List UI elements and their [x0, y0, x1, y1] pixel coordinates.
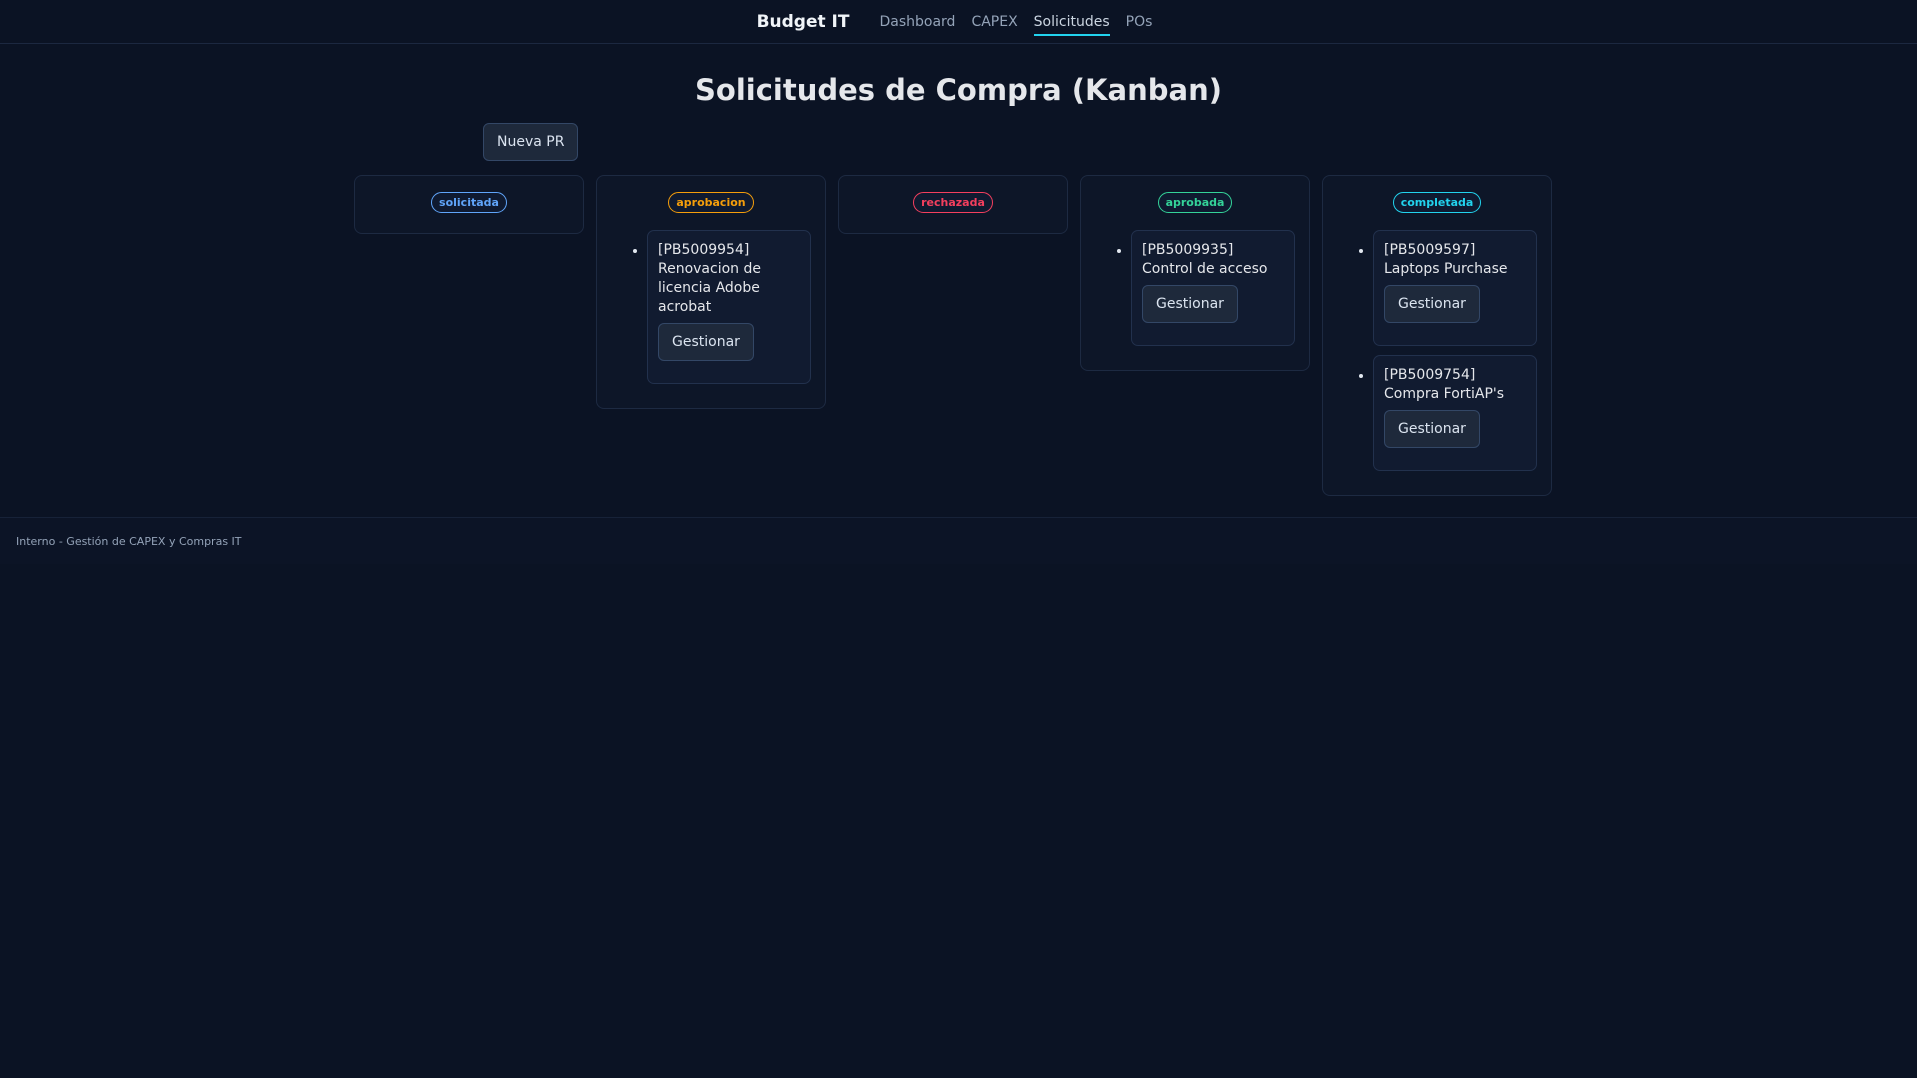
nav-dashboard[interactable]: Dashboard: [879, 8, 955, 36]
column-header: aprobacion: [597, 191, 825, 218]
status-badge: aprobacion: [668, 192, 754, 213]
pr-code: [PB5009597]: [1384, 242, 1476, 258]
pr-title: Renovacion de licencia Adobe acrobat: [658, 261, 761, 315]
status-badge: completada: [1392, 192, 1482, 213]
list-item: [PB5009754] Compra FortiAP's Gestionar: [1373, 355, 1537, 471]
kanban-board: solicitada aprobacion [PB5009954] Renovacio…: [354, 175, 1552, 496]
list-item: [PB5009597] Laptops Purchase Gestionar: [1373, 230, 1537, 346]
gestionar-button[interactable]: Gestionar: [1384, 285, 1480, 323]
brand-logo[interactable]: Budget IT: [757, 12, 850, 32]
pr-card: [PB5009597] Laptops Purchase Gestionar: [1373, 230, 1537, 346]
nav-solicitudes[interactable]: Solicitudes: [1033, 8, 1110, 36]
nav-capex[interactable]: CAPEX: [971, 8, 1017, 36]
page-title: Solicitudes de Compra (Kanban): [695, 73, 1222, 107]
kanban-column-completada: completada [PB5009597] Laptops Purchase Ges…: [1322, 175, 1552, 496]
pr-code: [PB5009935]: [1142, 242, 1234, 258]
pr-title: Laptops Purchase: [1384, 261, 1508, 277]
status-badge: aprobada: [1157, 192, 1233, 213]
kanban-column-aprobacion: aprobacion [PB5009954] Renovacion de licen…: [596, 175, 826, 409]
card-list: [PB5009597]Laptops PurchaseGestionar[PB5…: [1323, 230, 1551, 471]
pr-code: [PB5009754]: [1384, 367, 1476, 383]
kanban-column-rechazada: rechazada: [838, 175, 1068, 234]
gestionar-button[interactable]: Gestionar: [1384, 410, 1480, 448]
column-header: completada: [1323, 191, 1551, 218]
new-pr-button[interactable]: Nueva PR: [483, 123, 579, 161]
kanban-column-aprobada: aprobada [PB5009935] Control de acceso Gest…: [1080, 175, 1310, 371]
toolbar: Nueva PR: [0, 109, 1917, 169]
pr-card: [PB5009935] Control de acceso Gestionar: [1131, 230, 1295, 346]
card-list: [PB5009954] Renovacion de licencia Adobe …: [597, 230, 825, 384]
pr-code: [PB5009954]: [658, 242, 750, 258]
gestionar-button[interactable]: Gestionar: [1142, 285, 1238, 323]
gestionar-button[interactable]: Gestionar: [658, 323, 754, 361]
column-header: solicitada: [355, 191, 583, 218]
status-badge: rechazada: [913, 192, 993, 213]
list-item: [PB5009935] Control de acceso Gestionar: [1131, 230, 1295, 346]
footer-text: Interno - Gestión de CAPEX y Compras IT: [16, 535, 242, 548]
pr-card: [PB5009954] Renovacion de licencia Adobe …: [647, 230, 811, 384]
card-list: [PB5009935] Control de acceso Gestionar: [1081, 230, 1309, 346]
top-navbar: Budget IT Dashboard CAPEX Solicitudes PO…: [0, 0, 1917, 44]
pr-title: Control de acceso: [1142, 261, 1268, 277]
pr-card: [PB5009754] Compra FortiAP's Gestionar: [1373, 355, 1537, 471]
column-header: rechazada: [839, 191, 1067, 218]
list-item: [PB5009954] Renovacion de licencia Adobe …: [647, 230, 811, 384]
column-header: aprobada: [1081, 191, 1309, 218]
pr-title: Compra FortiAP's: [1384, 386, 1505, 402]
kanban-column-solicitada: solicitada: [354, 175, 584, 234]
footer: Interno - Gestión de CAPEX y Compras IT: [0, 517, 1917, 564]
nav-pos[interactable]: POs: [1126, 8, 1153, 36]
status-badge: solicitada: [431, 192, 507, 213]
